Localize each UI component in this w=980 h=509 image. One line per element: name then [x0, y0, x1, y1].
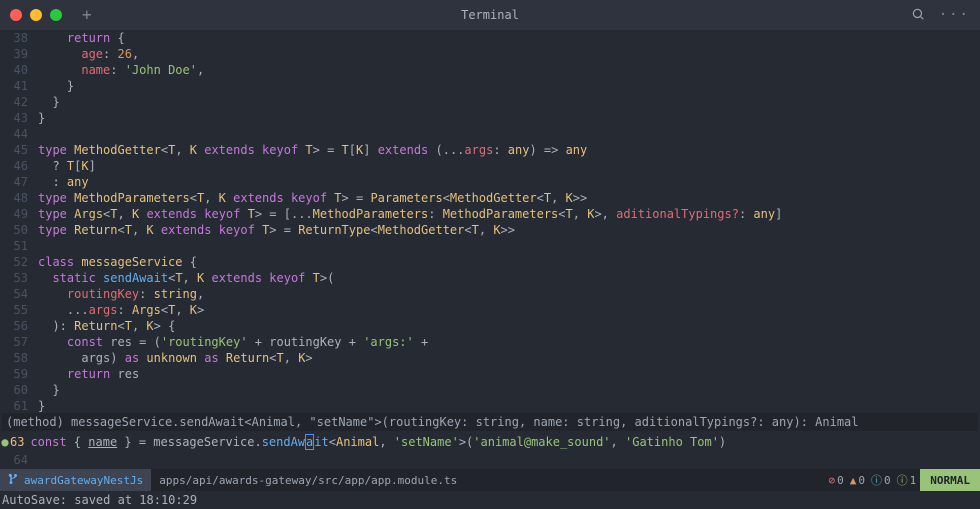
- branch-name: awardGatewayNestJs: [24, 474, 143, 487]
- vim-mode: NORMAL: [920, 469, 980, 491]
- line-number: 57: [0, 334, 38, 350]
- search-icon[interactable]: [911, 7, 925, 24]
- line-number: 42: [0, 94, 38, 110]
- line-number-current: 63: [10, 435, 30, 449]
- minimize-window-button[interactable]: [30, 9, 42, 21]
- code-line[interactable]: 54 routingKey: string,: [0, 286, 980, 302]
- line-number: 49: [0, 206, 38, 222]
- code-line[interactable]: 58 args) as unknown as Return<T, K>: [0, 350, 980, 366]
- warn-icon: ▲: [850, 474, 857, 487]
- line-number: 55: [0, 302, 38, 318]
- current-line-code: const { name } = messageService.sendAwai…: [30, 435, 726, 449]
- window-title: Terminal: [461, 8, 519, 22]
- line-number: 45: [0, 142, 38, 158]
- line-number: 41: [0, 78, 38, 94]
- add-tab-button[interactable]: +: [82, 7, 92, 23]
- branch-icon: [8, 473, 20, 488]
- code-line[interactable]: 41 }: [0, 78, 980, 94]
- line-number: 60: [0, 382, 38, 398]
- command-line: AutoSave: saved at 18:10:29: [0, 491, 980, 509]
- info-icon: ⓘ: [871, 472, 882, 488]
- more-icon[interactable]: ···: [939, 7, 970, 23]
- line-number: 61: [0, 398, 38, 414]
- line-number: 59: [0, 366, 38, 382]
- info-count: 0: [884, 474, 891, 487]
- line-number: 51: [0, 238, 38, 254]
- code-line[interactable]: 51: [0, 238, 980, 254]
- code-line[interactable]: 47 : any: [0, 174, 980, 190]
- line-number: 48: [0, 190, 38, 206]
- line-number: 44: [0, 126, 38, 142]
- code-line[interactable]: 60 }: [0, 382, 980, 398]
- code-line[interactable]: 59 return res: [0, 366, 980, 382]
- line-number: 46: [0, 158, 38, 174]
- window-controls: [10, 9, 62, 21]
- close-window-button[interactable]: [10, 9, 22, 21]
- line-number: 40: [0, 62, 38, 78]
- code-line[interactable]: 50type Return<T, K extends keyof T> = Re…: [0, 222, 980, 238]
- line-number: 52: [0, 254, 38, 270]
- hint-icon: ⓘ: [897, 472, 908, 488]
- line-number: 43: [0, 110, 38, 126]
- current-line: ● 63 const { name } = messageService.sen…: [0, 433, 980, 451]
- line-number: 56: [0, 318, 38, 334]
- line-number: 39: [0, 46, 38, 62]
- line-number: 58: [0, 350, 38, 366]
- code-line[interactable]: 45type MethodGetter<T, K extends keyof T…: [0, 142, 980, 158]
- maximize-window-button[interactable]: [50, 9, 62, 21]
- line-number: 50: [0, 222, 38, 238]
- modified-indicator-icon: ●: [0, 435, 10, 449]
- code-line[interactable]: 40 name: 'John Doe',: [0, 62, 980, 78]
- line-number: 38: [0, 30, 38, 46]
- code-line[interactable]: 61}: [0, 398, 980, 414]
- code-line[interactable]: 39 age: 26,: [0, 46, 980, 62]
- warn-count: 0: [858, 474, 865, 487]
- code-line[interactable]: 42 }: [0, 94, 980, 110]
- git-branch-section[interactable]: awardGatewayNestJs: [0, 469, 151, 491]
- code-line[interactable]: 44: [0, 126, 980, 142]
- code-line[interactable]: 55 ...args: Args<T, K>: [0, 302, 980, 318]
- code-editor[interactable]: 38 return {39 age: 26,40 name: 'John Doe…: [0, 30, 980, 451]
- line-number: 47: [0, 174, 38, 190]
- code-line[interactable]: 53 static sendAwait<T, K extends keyof T…: [0, 270, 980, 286]
- line-number: 53: [0, 270, 38, 286]
- error-count: 0: [837, 474, 844, 487]
- signature-help: (method) messageService.sendAwait<Animal…: [2, 413, 978, 431]
- code-line[interactable]: 38 return {: [0, 30, 980, 46]
- titlebar: + Terminal ···: [0, 0, 980, 30]
- line-number: 54: [0, 286, 38, 302]
- code-line[interactable]: 52class messageService {: [0, 254, 980, 270]
- code-line[interactable]: 57 const res = ('routingKey' + routingKe…: [0, 334, 980, 350]
- error-icon: ⊘: [829, 474, 836, 487]
- code-line[interactable]: 56 ): Return<T, K> {: [0, 318, 980, 334]
- hint-count: 1: [910, 474, 917, 487]
- code-line[interactable]: 43}: [0, 110, 980, 126]
- code-line[interactable]: 46 ? T[K]: [0, 158, 980, 174]
- code-line[interactable]: 49type Args<T, K extends keyof T> = [...…: [0, 206, 980, 222]
- diagnostics: ⊘0 ▲0 ⓘ0 ⓘ1: [829, 472, 921, 488]
- filepath: apps/api/awards-gateway/src/app/app.modu…: [151, 474, 828, 487]
- line-number: 64: [0, 451, 38, 469]
- code-line[interactable]: 48type MethodParameters<T, K extends key…: [0, 190, 980, 206]
- statusline: awardGatewayNestJs apps/api/awards-gatew…: [0, 469, 980, 491]
